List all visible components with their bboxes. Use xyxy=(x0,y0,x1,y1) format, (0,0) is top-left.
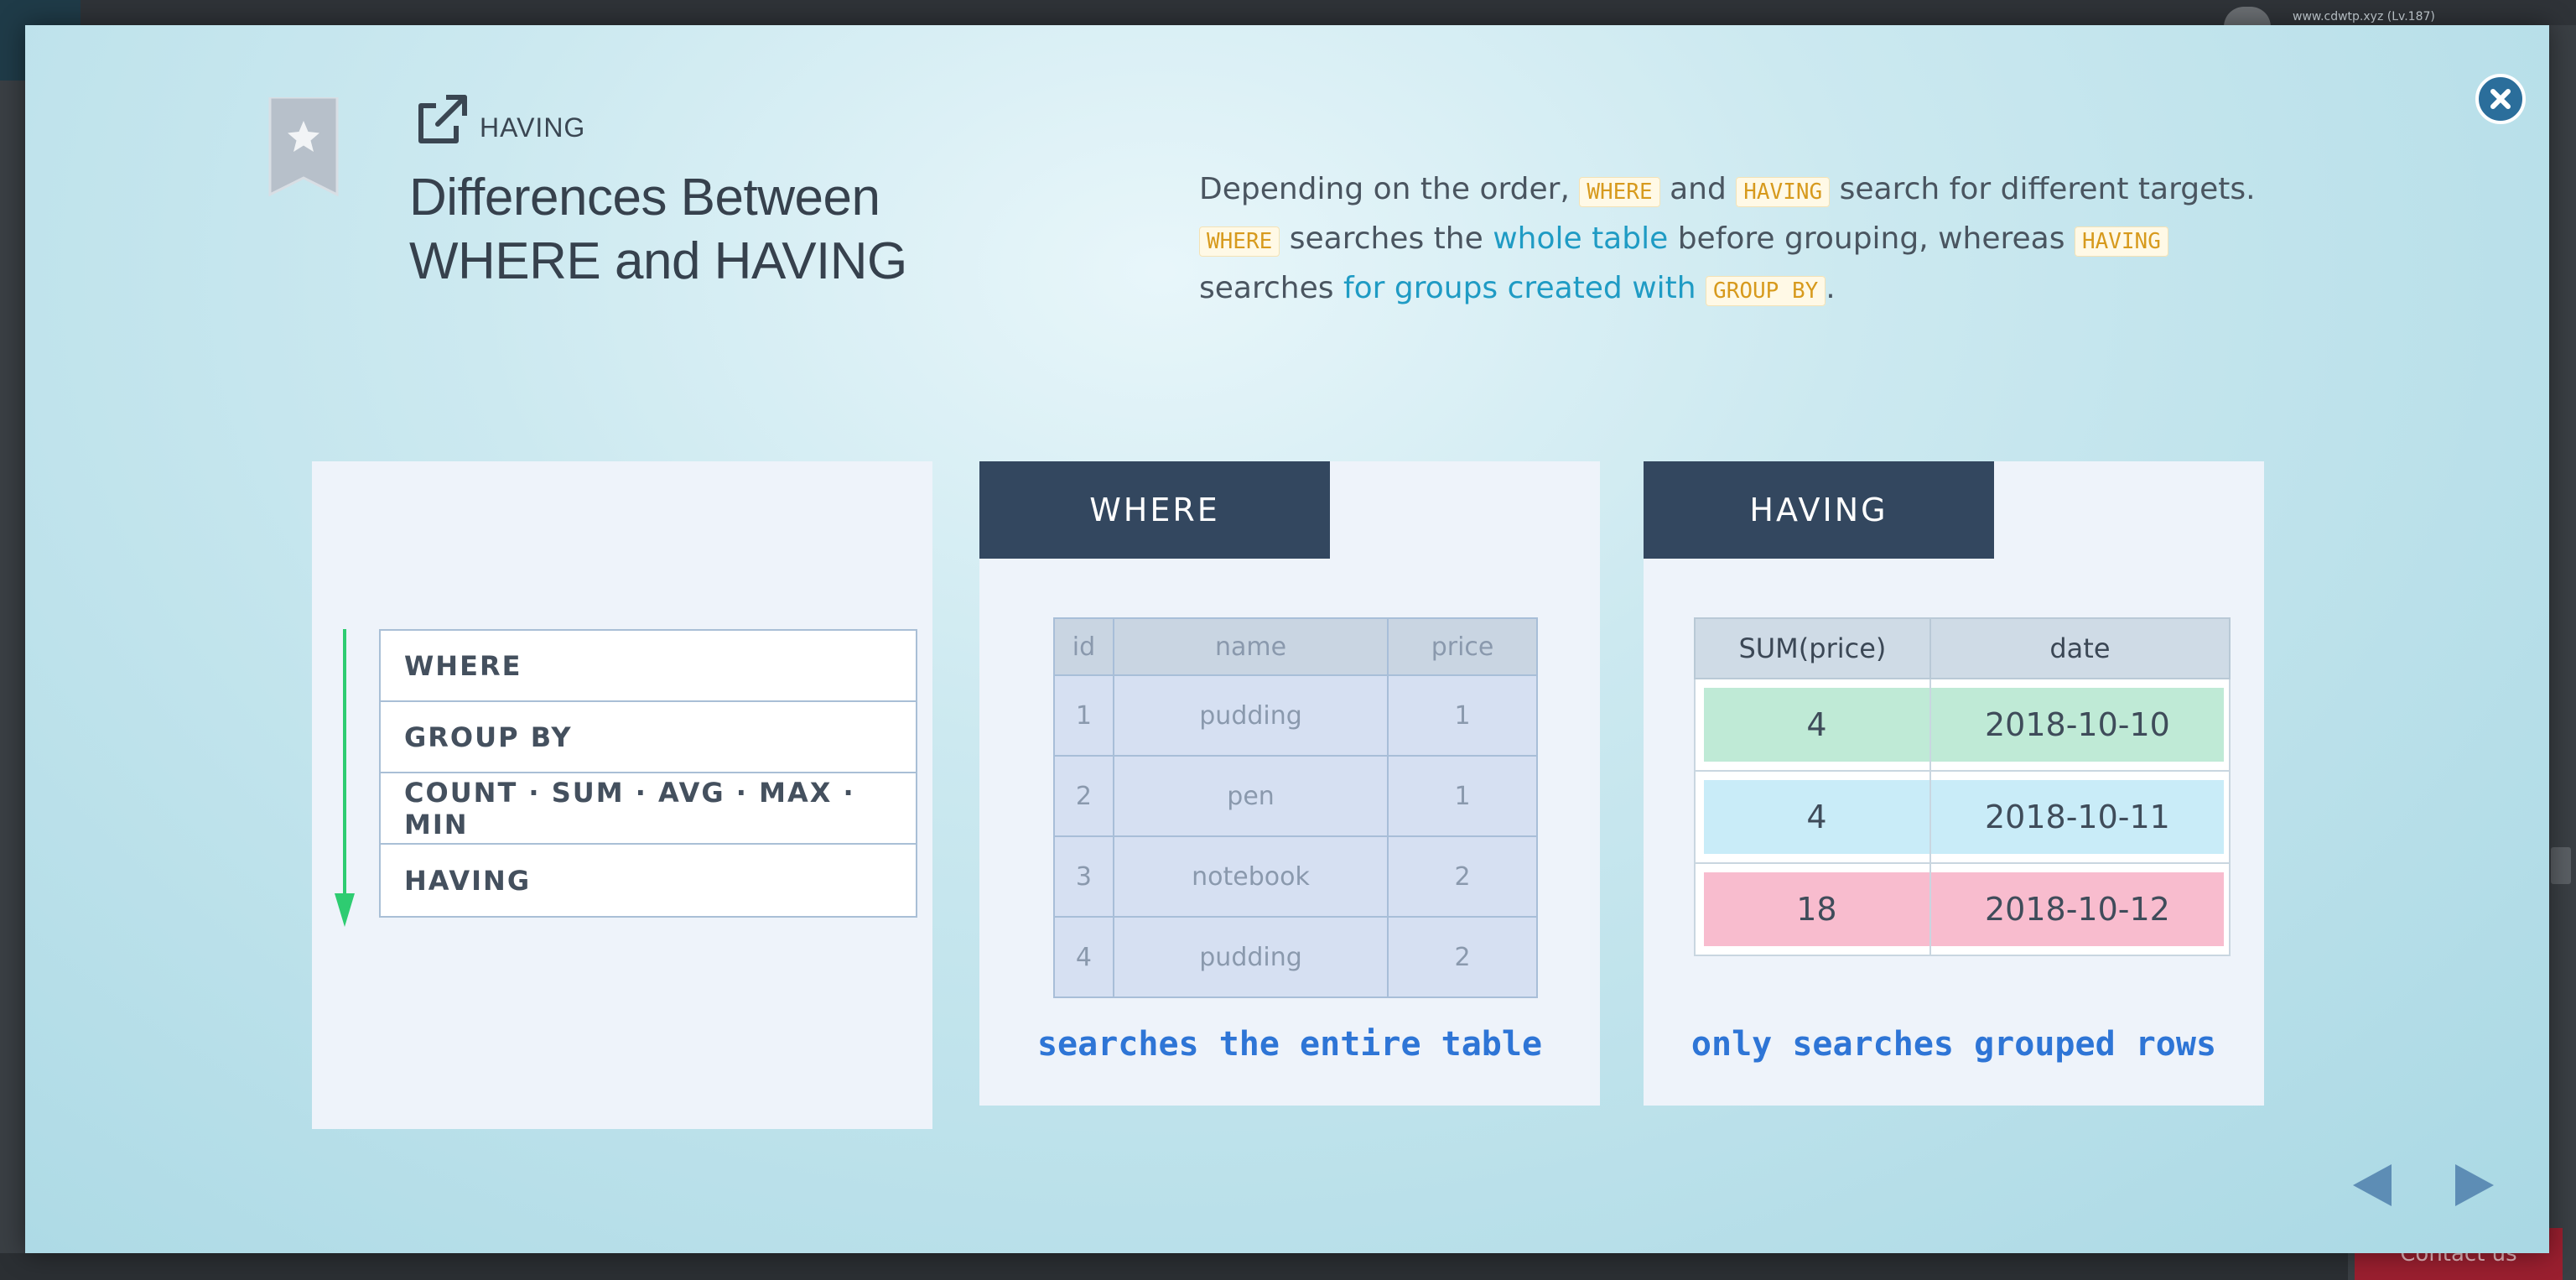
table-cell: 4 xyxy=(1694,770,1931,864)
execution-order-list: WHERE GROUP BY COUNT · SUM · AVG · MAX ·… xyxy=(379,629,917,918)
table-cell: 4 xyxy=(1053,916,1114,998)
table-cell: 2018-10-10 xyxy=(1929,678,2231,772)
cell-value: 2018-10-12 xyxy=(1930,872,2224,946)
having-tab-label: HAVING xyxy=(1644,461,1994,559)
desc-text: Depending on the order, xyxy=(1199,172,1580,206)
table-row: 4 pudding 2 xyxy=(1053,916,1538,998)
table-cell: 1 xyxy=(1387,755,1538,837)
cell-value: 2018-10-10 xyxy=(1930,688,2224,762)
table-cell: 3 xyxy=(1053,835,1114,918)
order-item-where: WHERE xyxy=(381,631,916,702)
lesson-modal: HAVING Differences Between WHERE and HAV… xyxy=(25,25,2549,1253)
table-cell: 2 xyxy=(1387,916,1538,998)
table-row: 3 notebook 2 xyxy=(1053,835,1538,918)
table-cell: pen xyxy=(1112,755,1389,837)
code-having: HAVING xyxy=(2074,226,2168,257)
table-cell: 1 xyxy=(1387,674,1538,757)
table-cell: notebook xyxy=(1112,835,1389,918)
lesson-kicker: HAVING xyxy=(480,112,586,143)
table-cell: 1 xyxy=(1053,674,1114,757)
execution-order-panel: WHERE GROUP BY COUNT · SUM · AVG · MAX ·… xyxy=(312,461,932,1129)
table-row: 1 pudding 1 xyxy=(1053,674,1538,757)
code-group-by: GROUP BY xyxy=(1706,276,1826,306)
table-row: 2 pen 1 xyxy=(1053,755,1538,837)
cell-value: 4 xyxy=(1704,688,1929,762)
having-caption: only searches grouped rows xyxy=(1690,1025,2217,1064)
column-header: date xyxy=(1929,617,2231,679)
desc-text: search for different targets. xyxy=(1830,172,2256,206)
background-bottom-bar xyxy=(0,1253,2348,1280)
highlight-whole-table: whole table xyxy=(1493,221,1669,256)
highlight-groups: for groups created with xyxy=(1343,271,1696,305)
table-cell: pudding xyxy=(1112,916,1389,998)
order-item-aggregates: COUNT · SUM · AVG · MAX · MIN xyxy=(381,773,916,845)
code-where: WHERE xyxy=(1579,177,1660,207)
bookmark-star-icon[interactable] xyxy=(268,97,339,196)
table-row: 18 2018-10-12 xyxy=(1694,862,2231,956)
where-caption: searches the entire table xyxy=(1036,1025,1543,1064)
column-header: SUM(price) xyxy=(1694,617,1931,679)
code-having: HAVING xyxy=(1736,177,1831,207)
table-cell: 4 xyxy=(1694,678,1931,772)
background-scrollbar[interactable] xyxy=(2551,847,2571,884)
triangle-right-icon[interactable] xyxy=(2454,1163,2496,1208)
column-header: price xyxy=(1387,617,1538,676)
table-cell: 2 xyxy=(1387,835,1538,918)
down-arrow-icon xyxy=(335,629,355,927)
table-header-row: id name price xyxy=(1053,617,1538,676)
cell-value: 2018-10-11 xyxy=(1930,780,2224,854)
having-table: SUM(price) date 4 2018-10-10 4 2018-10-1… xyxy=(1694,617,2231,956)
table-row: 4 2018-10-10 xyxy=(1694,678,2231,772)
triangle-left-icon[interactable] xyxy=(2351,1163,2393,1208)
column-header: id xyxy=(1053,617,1114,676)
external-link-icon[interactable] xyxy=(413,92,470,149)
desc-text: and xyxy=(1659,172,1737,206)
cell-value: 4 xyxy=(1704,780,1929,854)
table-cell: 18 xyxy=(1694,862,1931,956)
table-cell: pudding xyxy=(1112,674,1389,757)
desc-text: searches xyxy=(1199,271,1343,305)
desc-text xyxy=(1696,271,1706,305)
order-item-having: HAVING xyxy=(404,864,532,897)
desc-text: before grouping, whereas xyxy=(1668,221,2075,256)
description-paragraph: Depending on the order, WHERE and HAVING… xyxy=(1199,166,2289,315)
where-tab-label: WHERE xyxy=(979,461,1330,559)
close-button[interactable] xyxy=(2475,74,2526,124)
background-address-text: www.cdwtp.xyz (Lv.187) xyxy=(2293,10,2435,23)
table-cell: 2018-10-11 xyxy=(1929,770,2231,864)
code-where: WHERE xyxy=(1199,226,1280,257)
desc-text: . xyxy=(1826,271,1836,305)
desc-text: searches the xyxy=(1280,221,1493,256)
cell-value: 18 xyxy=(1704,872,1929,946)
having-panel: HAVING SUM(price) date 4 2018-10-10 4 20… xyxy=(1644,461,2264,1106)
order-item-group-by: GROUP BY xyxy=(381,702,916,773)
table-cell: 2 xyxy=(1053,755,1114,837)
table-row: 4 2018-10-11 xyxy=(1694,770,2231,864)
background-topbar xyxy=(0,0,2576,25)
close-icon xyxy=(2490,89,2511,109)
column-header: name xyxy=(1112,617,1389,676)
table-header-row: SUM(price) date xyxy=(1694,617,2231,679)
title-line-2: WHERE and HAVING xyxy=(409,232,907,290)
table-cell: 2018-10-12 xyxy=(1929,862,2231,956)
page-title: Differences Between WHERE and HAVING xyxy=(409,166,996,294)
where-table: id name price 1 pudding 1 2 pen 1 3 note… xyxy=(1053,617,1538,998)
title-line-1: Differences Between xyxy=(409,169,880,226)
where-panel: WHERE id name price 1 pudding 1 2 pen 1 … xyxy=(979,461,1600,1106)
